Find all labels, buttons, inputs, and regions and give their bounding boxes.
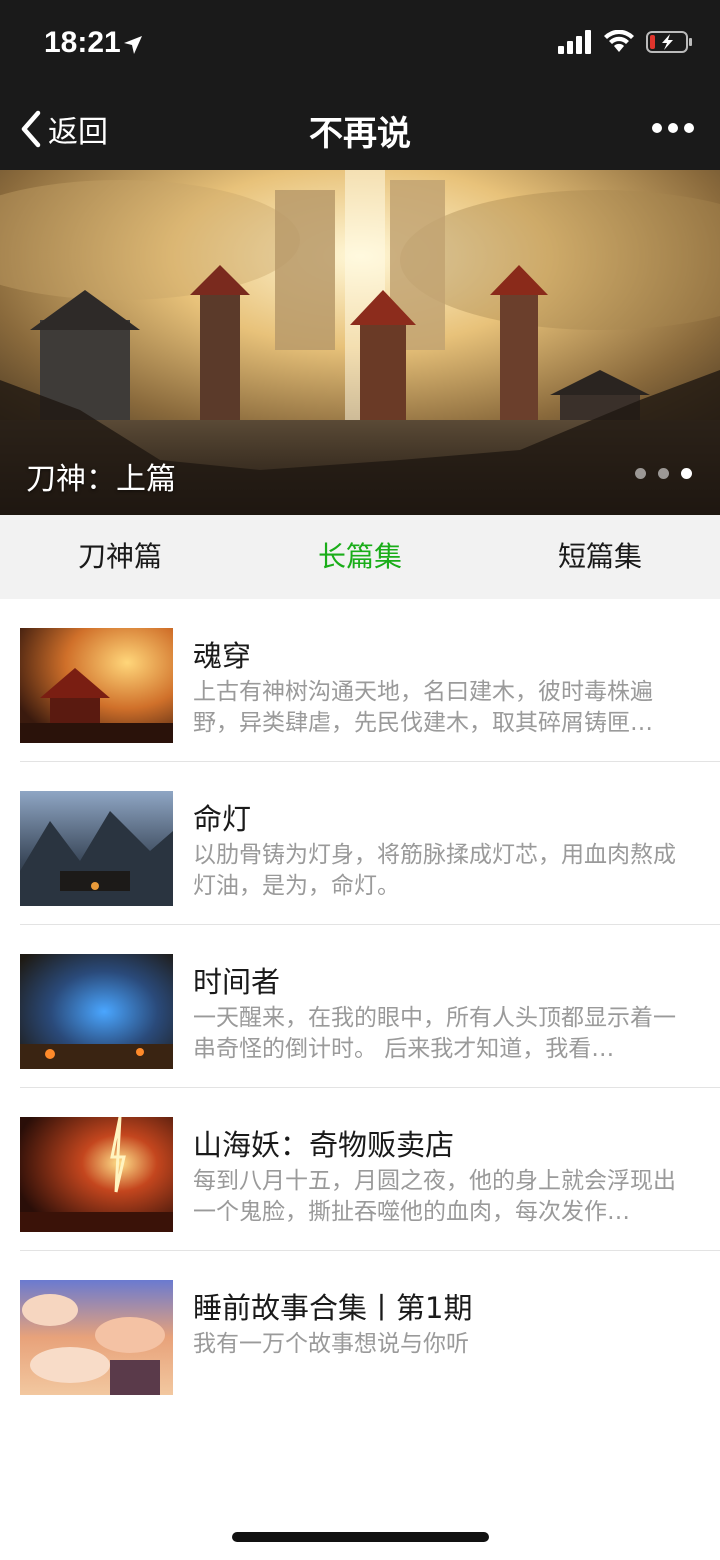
- tab-bar: 刀神篇 长篇集 短篇集: [0, 515, 720, 599]
- item-title: 魂穿: [193, 639, 252, 673]
- banner-carousel[interactable]: 刀神：上篇: [0, 170, 720, 515]
- thumbnail: [20, 1117, 173, 1232]
- item-description: 一天醒来，在我的眼中，所有人头顶都显示着一串奇怪的倒计时。 后来我才知道，我看…: [193, 1005, 676, 1062]
- banner-caption: 刀神：上篇: [26, 462, 176, 497]
- item-title: 山海妖：奇物贩卖店: [193, 1128, 455, 1162]
- status-icons: [558, 30, 694, 54]
- list-item[interactable]: 时间者 一天醒来，在我的眼中，所有人头顶都显示着一串奇怪的倒计时。 后来我才知道…: [0, 925, 720, 1088]
- home-indicator[interactable]: [232, 1532, 489, 1542]
- carousel-dot: [635, 468, 646, 479]
- screen: 18:21 返回 不再说 刀神：上篇 刀神篇 长篇集 短篇集 魂穿 上古有神树沟…: [0, 0, 720, 1560]
- tab-long-stories[interactable]: 长篇集: [240, 515, 480, 599]
- thumbnail: [20, 954, 173, 1069]
- item-title: 睡前故事合集丨第1期: [193, 1291, 473, 1325]
- page-title: 不再说: [309, 114, 411, 154]
- signal-icon: [558, 30, 591, 54]
- battery-charging-icon: [646, 31, 692, 53]
- item-title: 时间者: [193, 965, 281, 999]
- carousel-dot: [658, 468, 669, 479]
- item-description: 以肋骨铸为灯身，将筋脉揉成灯芯，用血肉熬成灯油，是为，命灯。: [193, 842, 676, 899]
- list-item[interactable]: 山海妖：奇物贩卖店 每到八月十五，月圆之夜，他的身上就会浮现出一个鬼脸，撕扯吞噬…: [0, 1088, 720, 1251]
- list-item[interactable]: 睡前故事合集丨第1期 我有一万个故事想说与你听: [0, 1251, 720, 1414]
- item-description: 我有一万个故事想说与你听: [193, 1331, 469, 1357]
- item-description: 每到八月十五，月圆之夜，他的身上就会浮现出一个鬼脸，撕扯吞噬他的血肉，每次发作…: [193, 1168, 676, 1225]
- status-time: 18:21: [44, 26, 121, 59]
- list-item[interactable]: 命灯 以肋骨铸为灯身，将筋脉揉成灯芯，用血肉熬成灯油，是为，命灯。: [0, 762, 720, 925]
- carousel-indicator: [635, 468, 692, 479]
- item-title: 命灯: [193, 802, 252, 836]
- thumbnail: [20, 1280, 173, 1395]
- list-item[interactable]: 魂穿 上古有神树沟通天地，名曰建木，彼时毒株遍野，异类肆虐，先民伐建木，取其碎屑…: [0, 599, 720, 762]
- location-arrow-icon: [124, 36, 142, 54]
- status-bar: 18:21: [0, 0, 720, 88]
- nav-bar: 返回 不再说: [0, 88, 720, 170]
- tab-short-stories[interactable]: 短篇集: [480, 515, 720, 599]
- more-icon[interactable]: [652, 116, 694, 140]
- thumbnail: [20, 628, 173, 743]
- tab-daoshen[interactable]: 刀神篇: [0, 515, 240, 599]
- story-list: 魂穿 上古有神树沟通天地，名曰建木，彼时毒株遍野，异类肆虐，先民伐建木，取其碎屑…: [0, 599, 720, 1414]
- item-description: 上古有神树沟通天地，名曰建木，彼时毒株遍野，异类肆虐，先民伐建木，取其碎屑铸匣…: [193, 679, 653, 736]
- carousel-dot-active: [681, 468, 692, 479]
- wifi-icon: [604, 30, 634, 52]
- thumbnail: [20, 791, 173, 906]
